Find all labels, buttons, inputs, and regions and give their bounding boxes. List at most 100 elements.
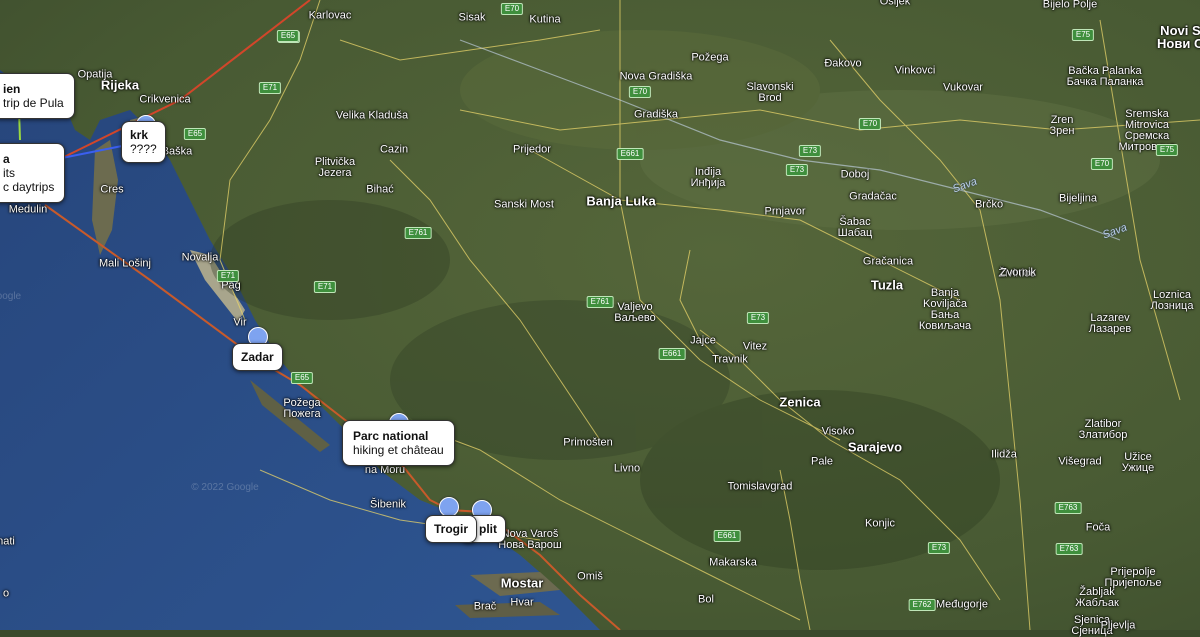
place-label: Cres: [100, 183, 124, 196]
callout-subtitle: hiking et château: [353, 443, 444, 457]
place-label: Omiš: [577, 570, 603, 583]
place-label: Brčko: [974, 198, 1004, 211]
place-label: Vir: [233, 316, 247, 329]
place-label: Višegrad: [1058, 455, 1102, 468]
callout-parc-national[interactable]: Parc national hiking et château: [342, 420, 455, 466]
place-label: Zenica: [779, 394, 821, 410]
place-label: Inđija Инђија: [690, 166, 726, 189]
place-label: Pag: [221, 279, 241, 292]
map-watermark: © 2022 Google: [191, 482, 259, 493]
place-label: Visoko: [821, 425, 855, 438]
place-label: Travnik: [712, 353, 748, 366]
highway-shield: E73: [746, 312, 770, 324]
place-label: Prijedor: [513, 143, 551, 156]
place-label: Pale: [810, 455, 834, 468]
place-label: Međugorje: [936, 598, 988, 611]
marker-pin-trogir[interactable]: [439, 497, 459, 517]
highway-shield: E75: [1155, 144, 1179, 156]
place-label: Livno: [613, 462, 641, 475]
highway-shield: E73: [785, 164, 809, 176]
highway-shield: E65: [276, 30, 300, 42]
place-label: Ilidža: [991, 448, 1017, 461]
highway-shield: E762: [908, 599, 936, 611]
place-label: Vitez: [742, 340, 768, 353]
place-label: Makarska: [709, 556, 757, 569]
place-label: Sisak: [458, 11, 486, 24]
edge-place-label: nati: [0, 535, 15, 548]
callout-subtitle: ????: [130, 142, 157, 156]
highway-shield: E75: [1071, 29, 1095, 41]
callout-istrien[interactable]: ien trip de Pula: [0, 73, 75, 119]
callout-title: a: [3, 152, 10, 166]
place-label: Mali Lošinj: [99, 257, 151, 270]
place-label: Nova Gradiška: [619, 70, 693, 83]
place-label: Kutina: [529, 13, 561, 26]
callout-title: ien: [3, 82, 21, 96]
highway-shield: E70: [500, 3, 524, 15]
highway-shield: E661: [616, 148, 644, 160]
place-label: Nova Varoš Нова Варош: [498, 528, 562, 551]
place-label: Gradačac: [849, 190, 897, 203]
place-label: Primošten: [563, 436, 613, 449]
callout-zadar[interactable]: Zadar: [232, 343, 283, 371]
highway-shield: E71: [313, 281, 337, 293]
place-label: Gračanica: [862, 255, 914, 268]
place-label: Gradiška: [633, 108, 679, 121]
place-label: Bačka Palanka Бачка Паланка: [1066, 65, 1144, 88]
place-label: Cazin: [379, 143, 409, 156]
place-label: Hvar: [510, 596, 534, 609]
highway-shield: E65: [290, 372, 314, 384]
callout-trogir[interactable]: Trogir: [425, 515, 478, 543]
place-label: Slavonski Brod: [746, 81, 794, 104]
callout-subtitle: trip de Pula: [3, 96, 64, 110]
place-label: Žabljak Жабљак: [1075, 586, 1119, 609]
highway-shield: E761: [586, 296, 614, 308]
highway-shield: E70: [858, 118, 882, 130]
highway-shield: E71: [258, 82, 282, 94]
place-label: Zvornik: [999, 266, 1037, 279]
highway-shield: E763: [1054, 502, 1082, 514]
place-label: Šabac Шабац: [837, 216, 873, 239]
place-label: Jajce: [690, 334, 716, 347]
place-label: Zlatibor Златибор: [1078, 418, 1128, 441]
callout-title: plit: [479, 522, 497, 536]
callout-title: krk: [130, 128, 149, 142]
place-label: Novalja: [181, 251, 219, 264]
place-label: Užice Ужице: [1121, 451, 1155, 474]
place-label: Karlovac: [308, 9, 352, 22]
place-label: Sanski Most: [494, 198, 554, 211]
highway-shield: E70: [628, 86, 652, 98]
map-watermark: Google: [0, 291, 22, 302]
callout-title: Zadar: [241, 350, 274, 364]
edge-place-label: o: [2, 587, 10, 600]
place-label: Požega: [691, 51, 729, 64]
highway-shield: E70: [1090, 158, 1114, 170]
place-label: Valjevo Ваљево: [614, 301, 656, 324]
callout-title: Trogir: [434, 522, 469, 536]
place-label: Plitvička Jezera: [314, 156, 356, 179]
place-label: Baška: [161, 145, 193, 158]
place-label: Bijelo Polje: [1042, 0, 1098, 11]
place-label: Sarajevo: [847, 439, 903, 455]
callout-pula[interactable]: a its c daytrips: [0, 143, 66, 203]
place-label: Tuzla: [870, 277, 904, 293]
place-label: Novi Sad Нови Сад: [1157, 23, 1200, 51]
highway-shield: E73: [927, 542, 951, 554]
place-label: Vinkovci: [894, 64, 936, 77]
place-label: Vukovar: [943, 81, 983, 94]
highway-shield: E65: [183, 128, 207, 140]
place-label: Đakovo: [824, 57, 862, 70]
place-label: Brač: [473, 600, 497, 613]
place-label: Zren Зрен: [1049, 114, 1075, 137]
place-label: Crikvenica: [139, 93, 191, 106]
highway-shield: E73: [798, 145, 822, 157]
place-label: Banja Luka: [586, 193, 656, 209]
place-label: Loznica Лозница: [1150, 289, 1194, 312]
place-label: Bihać: [366, 183, 394, 196]
highway-shield: E761: [404, 227, 432, 239]
callout-krk[interactable]: krk ????: [121, 121, 166, 163]
place-label: Požega Пожега: [283, 397, 321, 420]
place-label: Šibenik: [369, 498, 407, 511]
place-label: Mostar: [500, 575, 544, 591]
place-label: Bol: [698, 593, 714, 606]
